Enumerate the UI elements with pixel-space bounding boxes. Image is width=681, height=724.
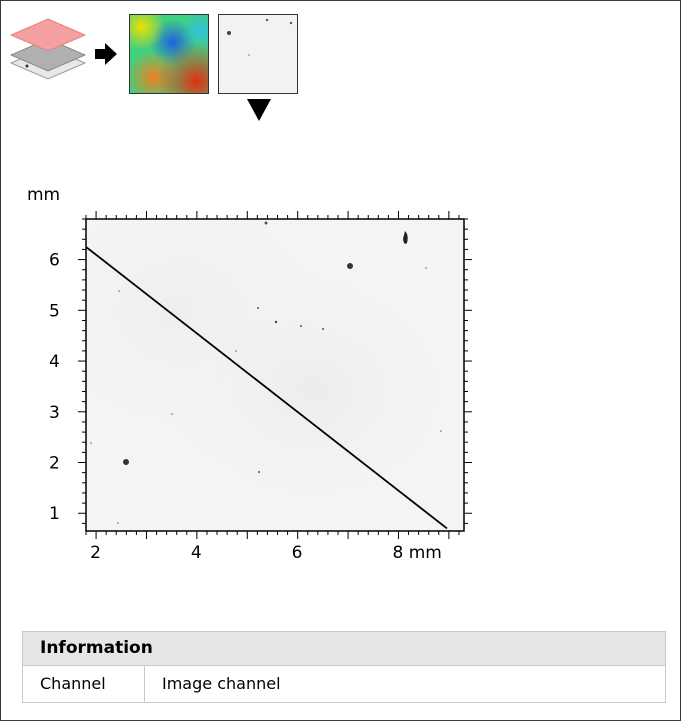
y-tick-label: 1 — [49, 504, 60, 524]
info-row: Channel Image channel — [23, 666, 665, 702]
y-tick-label: 3 — [49, 403, 60, 423]
y-axis-title: mm — [27, 185, 60, 205]
viewer-frame: mm 2 4 6 8 mm 1 2 3 4 5 6 Information Channel Im… — [0, 0, 681, 721]
toolbar — [5, 11, 305, 126]
arrow-right-icon — [95, 43, 117, 65]
y-tick-label: 6 — [49, 251, 60, 271]
color-map-thumbnail[interactable] — [129, 14, 209, 94]
x-tick-label: 4 — [191, 543, 202, 563]
image-plot: mm 2 4 6 8 mm 1 2 3 4 5 6 — [1, 171, 481, 591]
info-title: Information — [23, 632, 665, 666]
y-tick-label: 4 — [49, 352, 60, 372]
y-tick-label: 5 — [49, 301, 60, 321]
image-field — [86, 219, 464, 531]
x-tick-label: 2 — [90, 543, 101, 563]
grayscale-thumbnail[interactable] — [218, 14, 298, 94]
x-tick-label: 6 — [292, 543, 303, 563]
y-tick-label: 2 — [49, 454, 60, 474]
arrow-down-icon — [247, 99, 271, 121]
layers-icon[interactable] — [5, 11, 91, 97]
plot-svg: mm 2 4 6 8 mm 1 2 3 4 5 6 — [27, 185, 472, 563]
info-value: Image channel — [162, 674, 281, 693]
x-tick-labels: 2 4 6 8 mm — [90, 543, 442, 563]
info-key: Channel — [23, 666, 145, 702]
info-panel: Information Channel Image channel — [22, 631, 666, 703]
x-tick-label: 8 mm — [392, 543, 441, 563]
y-tick-labels: 1 2 3 4 5 6 — [49, 251, 60, 525]
